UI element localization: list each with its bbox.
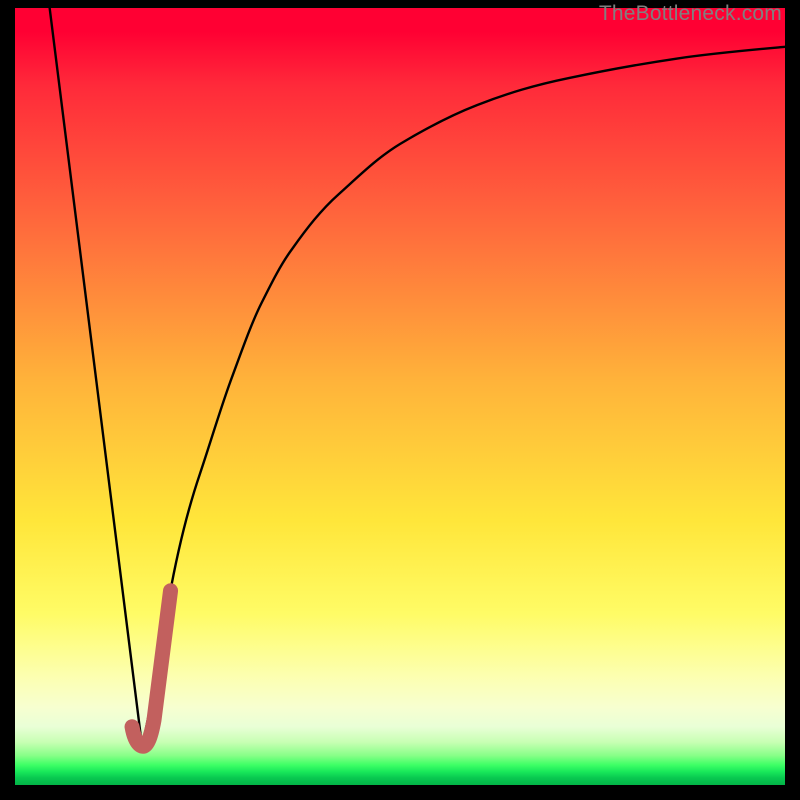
attribution-text: TheBottleneck.com [599,2,782,26]
series-left-slope [50,8,142,746]
series-right-curve [142,47,785,746]
accent-j-stub [132,591,170,747]
plot-area [15,8,785,785]
chart-stage: TheBottleneck.com [0,0,800,800]
curve-layer [15,8,785,785]
